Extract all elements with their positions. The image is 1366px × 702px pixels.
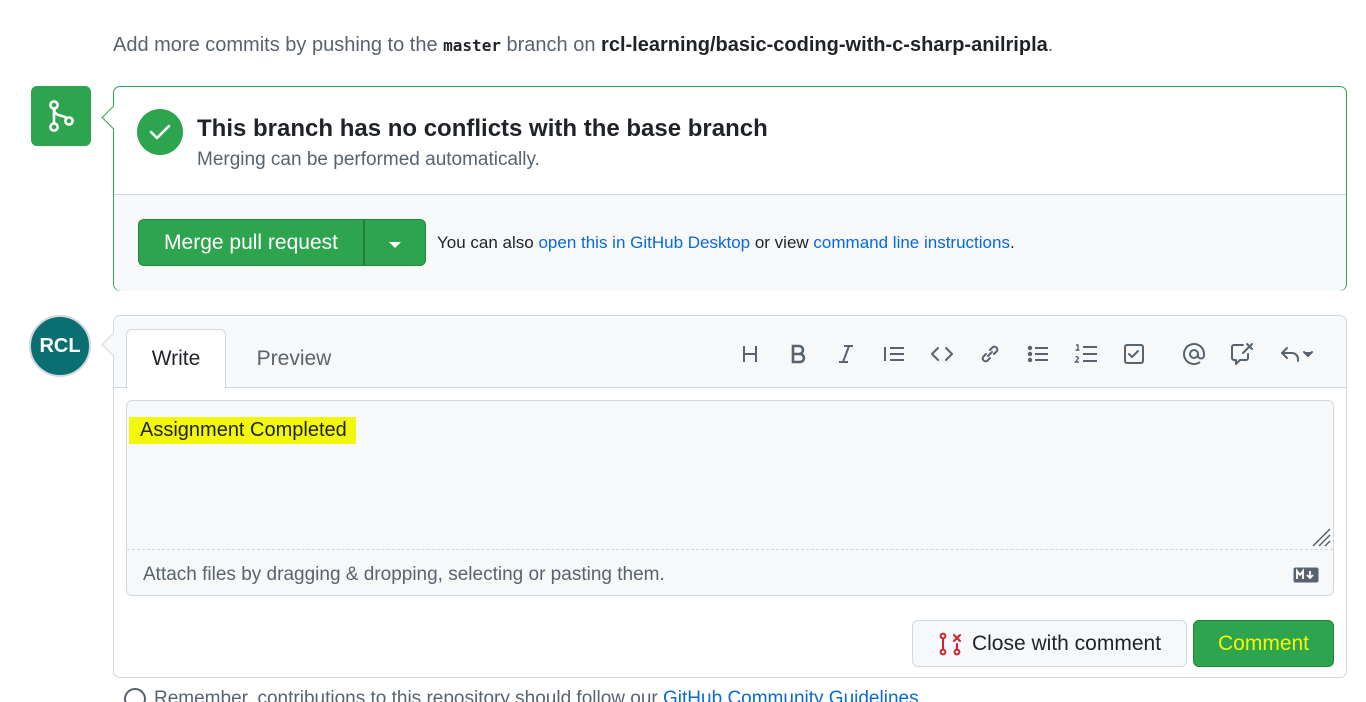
command-line-instructions-link[interactable]: command line instructions [813, 233, 1010, 252]
check-icon [137, 109, 183, 155]
merge-status-subtitle: Merging can be performed automatically. [197, 149, 540, 170]
reply-icon[interactable] [1266, 338, 1326, 370]
heading-icon[interactable] [726, 338, 774, 370]
mention-icon[interactable] [1170, 338, 1218, 370]
unordered-list-icon[interactable] [1014, 338, 1062, 370]
bold-icon[interactable] [774, 338, 822, 370]
resize-handle-icon[interactable] [1309, 525, 1331, 552]
merge-alternative-note: You can also open this in GitHub Desktop… [437, 233, 1015, 253]
community-guidelines-note: Remember, contributions to this reposito… [124, 688, 919, 702]
issue-closed-icon [938, 632, 962, 656]
push-hint-prefix: Add more commits by pushing to the [113, 34, 444, 56]
avatar[interactable]: RCL [29, 315, 91, 377]
merge-status-title: This branch has no conflicts with the ba… [197, 115, 768, 142]
reference-icon[interactable] [1218, 338, 1266, 370]
code-icon[interactable] [918, 338, 966, 370]
italic-icon[interactable] [822, 338, 870, 370]
markdown-toolbar [726, 338, 1326, 370]
quote-icon[interactable] [870, 338, 918, 370]
comment-header: Write Preview [114, 316, 1346, 389]
merge-method-dropdown-button[interactable] [364, 219, 426, 266]
tab-preview[interactable]: Preview [244, 329, 344, 389]
push-hint-middle: branch on [500, 34, 602, 56]
attach-files-hint[interactable]: Attach files by dragging & dropping, sel… [143, 564, 665, 586]
note-suffix: . [1009, 233, 1015, 252]
close-with-comment-label: Close with comment [971, 631, 1162, 655]
markdown-icon[interactable] [1293, 567, 1319, 588]
merge-pull-request-button[interactable]: Merge pull request [138, 219, 364, 266]
tab-write[interactable]: Write [126, 329, 226, 389]
close-with-comment-button[interactable]: Close with comment [912, 620, 1187, 667]
push-hint: Add more commits by pushing to the maste… [113, 34, 1053, 57]
merge-status-header: This branch has no conflicts with the ba… [114, 87, 1346, 195]
git-merge-icon [31, 86, 91, 146]
comment-form: Write Preview Assignment Completed Attac… [113, 315, 1347, 678]
note-middle: or view [750, 233, 814, 252]
note-prefix: You can also [437, 233, 539, 252]
repo-name: rcl-learning/basic-coding-with-c-sharp-a… [601, 34, 1048, 56]
link-icon[interactable] [966, 338, 1014, 370]
caret-down-icon [388, 231, 402, 255]
comment-text: Assignment Completed [129, 417, 356, 444]
comment-textarea[interactable]: Assignment Completed Attach files by dra… [126, 400, 1334, 596]
merge-button-group: Merge pull request [138, 219, 426, 266]
ordered-list-icon[interactable] [1062, 338, 1110, 370]
push-hint-suffix: . [1047, 34, 1054, 56]
guidelines-text: Remember, contributions to this reposito… [154, 688, 664, 702]
comment-button[interactable]: Comment [1193, 620, 1334, 667]
info-icon [124, 688, 146, 702]
attach-divider [127, 549, 1333, 550]
branch-name: master [443, 36, 501, 55]
task-list-icon[interactable] [1110, 338, 1158, 370]
community-guidelines-link[interactable]: GitHub Community Guidelines [663, 688, 919, 702]
merge-status-panel: This branch has no conflicts with the ba… [113, 86, 1347, 291]
open-in-desktop-link[interactable]: open this in GitHub Desktop [538, 233, 750, 252]
